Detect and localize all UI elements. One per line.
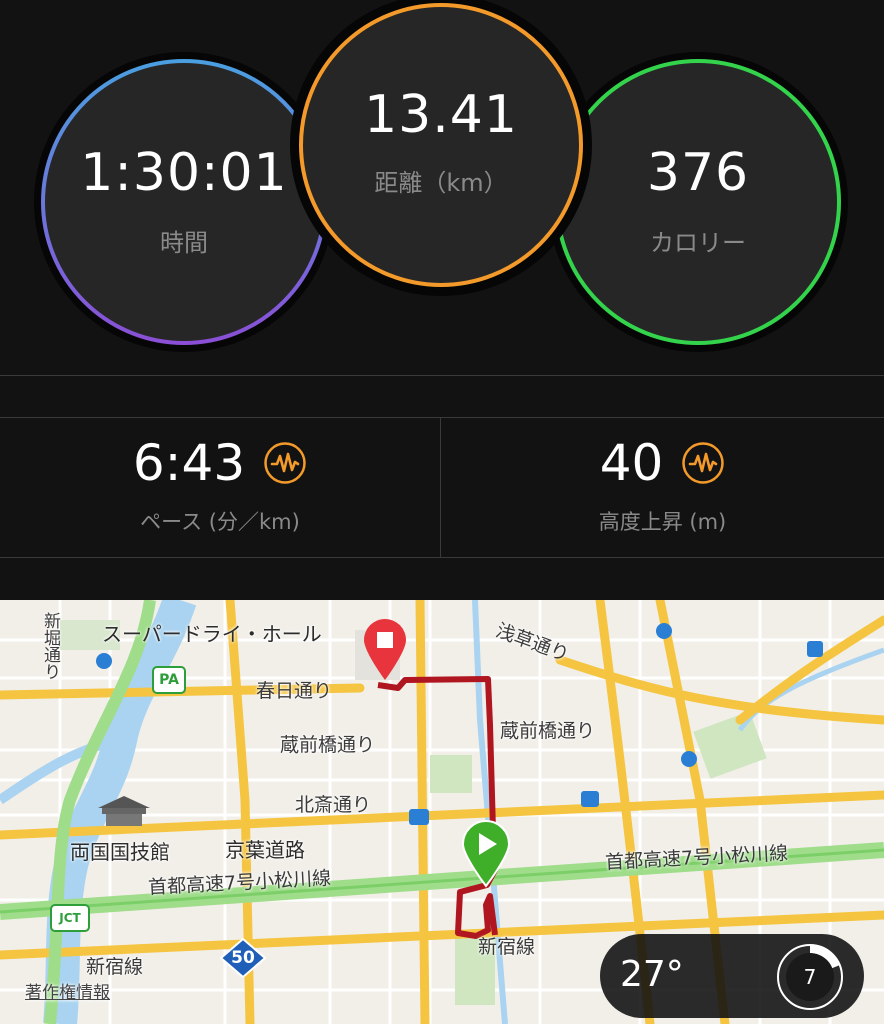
train-station-icon xyxy=(656,623,672,639)
map-label-shinbori: 新堀通り xyxy=(40,612,60,680)
route-end-marker-icon[interactable] xyxy=(360,616,410,682)
train-station-icon xyxy=(807,641,823,657)
divider xyxy=(0,557,884,558)
time-ring: 1:30:01 時間 xyxy=(34,52,334,352)
pace-stat[interactable]: 6:43 ペース (分／km) xyxy=(0,418,440,556)
map-label-kuramae: 蔵前橋通り xyxy=(500,720,596,742)
pace-label: ペース (分／km) xyxy=(140,510,300,534)
route-number: 50 xyxy=(231,948,255,968)
time-value: 1:30:01 xyxy=(80,142,288,203)
map-label-shinjuku: 新宿線 xyxy=(86,956,144,978)
train-station-icon xyxy=(96,653,112,669)
calories-ring: 376 カロリー xyxy=(548,52,848,352)
train-station-icon xyxy=(581,791,599,807)
pa-badge: PA xyxy=(152,666,186,694)
workout-summary: 1:30:01 時間 376 カロリー 13.41 距離（km） 6:43 ペー… xyxy=(0,0,884,600)
elevation-stat[interactable]: 40 高度上昇 (m) xyxy=(441,418,884,556)
distance-ring: 13.41 距離（km） xyxy=(290,0,592,296)
map-label-shinjuku: 新宿線 xyxy=(478,936,536,958)
map-label-kuramae: 蔵前橋通り xyxy=(280,734,376,756)
temperature: 27° xyxy=(620,954,684,995)
elevation-value: 40 xyxy=(599,434,664,492)
time-label: 時間 xyxy=(160,228,208,257)
elevation-label: 高度上昇 (m) xyxy=(598,510,727,534)
map-label-kokugikan: 両国国技館 xyxy=(70,840,170,864)
train-station-icon xyxy=(681,751,697,767)
calories-value: 376 xyxy=(646,142,750,203)
route-start-marker-icon[interactable] xyxy=(460,818,512,888)
distance-value: 13.41 xyxy=(364,84,518,145)
map-label-kasuga: 春日通り xyxy=(256,680,333,702)
map-label-keiyo: 京葉道路 xyxy=(225,838,305,862)
stadium-icon xyxy=(98,796,150,826)
copyright-link[interactable]: 著作権情報 xyxy=(25,978,110,1003)
activity-wave-icon[interactable] xyxy=(681,441,725,485)
activity-wave-icon[interactable] xyxy=(263,441,307,485)
weather-widget: 27° 7 xyxy=(600,934,864,1018)
route-50-shield: 50 xyxy=(220,938,266,978)
divider xyxy=(0,375,884,376)
pace-value: 6:43 xyxy=(132,434,246,492)
map-label-hokusai: 北斎通り xyxy=(295,794,372,816)
map-label-hall: スーパードライ・ホール xyxy=(102,622,322,646)
train-station-icon xyxy=(409,809,429,825)
wind-speed: 7 xyxy=(803,965,817,989)
jct-badge: JCT xyxy=(50,904,90,932)
distance-label: 距離（km） xyxy=(374,168,508,197)
calories-label: カロリー xyxy=(650,228,746,257)
